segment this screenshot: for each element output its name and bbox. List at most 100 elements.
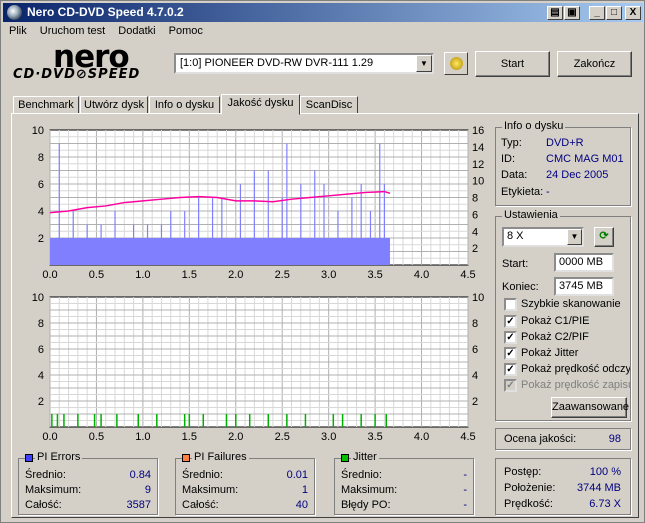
maximize-button[interactable]: □ <box>606 6 622 20</box>
tab-create-disc[interactable]: Utwórz dysk <box>80 96 148 114</box>
y2-tick-label: 10 <box>472 292 484 304</box>
x-tick-label: 2.5 <box>275 269 290 281</box>
jitter-title: Jitter <box>351 451 379 463</box>
show-pif-checkbox[interactable]: ✓ <box>504 331 517 344</box>
menu-uruchom-test[interactable]: Uruchom test <box>34 23 109 37</box>
pi-failures-total-value: 40 <box>295 499 308 511</box>
menu-plik[interactable]: Plik <box>3 23 31 37</box>
pi-errors-chart: 0.0 0.5 1.0 1.5 2.0 2.5 3.0 3.5 4.0 4.5 2 4 6 8 10 2 4 6 8… <box>32 125 485 281</box>
pi-errors-total-value: 3587 <box>126 499 151 511</box>
x-tick-label: 3.5 <box>367 431 382 443</box>
x-tick-label: 3.5 <box>367 269 382 281</box>
disc-type-label: Typ: <box>501 137 522 149</box>
x-tick-label: 4.5 <box>460 431 475 443</box>
x-tick-label: 2.0 <box>228 269 243 281</box>
x-tick-label: 3.0 <box>321 431 336 443</box>
show-write-speed-checkbox: ✓ <box>504 379 517 392</box>
end-label: Koniec: <box>502 281 539 293</box>
menu-dodatki[interactable]: Dodatki <box>112 23 159 37</box>
logo-product: CD·DVD⊘SPEED <box>13 67 141 82</box>
quality-score-box: Ocena jakości: 98 <box>495 428 631 450</box>
save-icon[interactable]: ▣ <box>564 6 580 20</box>
disc-label-label: Etykieta: <box>501 186 544 198</box>
y-tick-label: 8 <box>38 152 44 164</box>
show-pif-label: Pokaż C2/PIF <box>521 331 589 343</box>
jitter-max-label: Maksimum: <box>341 484 398 496</box>
y-tick-label: 2 <box>38 396 44 408</box>
pi-failures-max-value: 1 <box>301 484 308 496</box>
speed-readout: 6.73 X <box>589 498 621 510</box>
disc-date-label: Data: <box>501 169 528 181</box>
jitter-stats: Jitter Średnio: - Maksimum: - Błędy PO: … <box>334 451 474 515</box>
disc-id-label: ID: <box>501 153 516 165</box>
chevron-down-icon[interactable]: ▼ <box>567 229 582 245</box>
tab-disc-quality[interactable]: Jakość dysku <box>221 94 300 115</box>
y2-tick-label: 14 <box>472 142 484 154</box>
start-button[interactable]: Start <box>475 51 550 77</box>
disc-info-group: Info o dysku Typ: DVD+R ID: CMC MAG M01 … <box>495 120 631 206</box>
refresh-icon[interactable]: ⟳ <box>594 227 614 247</box>
menu-pomoc[interactable]: Pomoc <box>163 23 207 37</box>
y-tick-label: 10 <box>32 292 44 304</box>
y-tick-label: 4 <box>38 370 44 382</box>
pi-failures-chart: 0.0 0.5 1.0 1.5 2.0 2.5 3.0 3.5 4.0 4.5 2 4 6 8 10 2 4 6 8… <box>32 292 485 443</box>
pi-failures-avg-label: Średnio: <box>182 469 223 481</box>
disc-icon <box>450 57 463 70</box>
show-pie-checkbox[interactable]: ✓ <box>504 315 517 328</box>
show-jitter-checkbox[interactable]: ✓ <box>504 347 517 360</box>
disc-type-value: DVD+R <box>546 137 584 149</box>
x-tick-label: 0.5 <box>89 269 104 281</box>
quick-scan-checkbox[interactable] <box>504 298 517 311</box>
y2-tick-label: 6 <box>472 344 478 356</box>
show-read-speed-checkbox[interactable]: ✓ <box>504 363 517 376</box>
exit-button[interactable]: Zakończ <box>557 51 632 77</box>
settings-group: Ustawienia 8 X ▼ ⟳ Start: 0000 MB Koniec… <box>495 209 631 421</box>
nero-logo: nero CD·DVD⊘SPEED <box>13 39 163 85</box>
start-input[interactable]: 0000 MB <box>554 253 614 272</box>
x-tick-label: 4.0 <box>414 431 429 443</box>
pi-errors-max-value: 9 <box>144 484 151 496</box>
tab-scandisc[interactable]: ScanDisc <box>300 96 358 114</box>
disc-info-title: Info o dysku <box>502 120 566 132</box>
progress-value: 100 % <box>589 466 621 478</box>
x-tick-label: 0.5 <box>89 431 104 443</box>
disc-info-button[interactable] <box>444 52 468 75</box>
help-icon[interactable]: ▤ <box>547 6 563 20</box>
y2-tick-label: 12 <box>472 159 484 171</box>
pi-errors-avg-value: 0.84 <box>129 469 151 481</box>
disc-label-value: - <box>546 186 550 198</box>
tab-disc-info[interactable]: Info o dysku <box>149 96 220 114</box>
speed-select[interactable]: 8 X ▼ <box>502 227 584 247</box>
po-errors-label: Błędy PO: <box>341 499 391 511</box>
window-title: Nero CD-DVD Speed 4.7.0.2 <box>27 5 184 19</box>
pi-failures-total-label: Całość: <box>182 499 219 511</box>
y-tick-label: 2 <box>38 233 44 245</box>
y2-tick-label: 10 <box>472 176 484 188</box>
settings-title: Ustawienia <box>502 209 560 221</box>
start-label: Start: <box>502 258 529 270</box>
speed-value: 8 X <box>507 230 524 242</box>
jitter-max-value: - <box>463 484 467 496</box>
end-input[interactable]: 3745 MB <box>554 277 614 296</box>
minimize-button[interactable]: _ <box>589 6 605 20</box>
speed-label: Prędkość: <box>504 498 553 510</box>
pi-errors-stats: PI Errors Średnio: 0.84 Maksimum: 9 Cało… <box>18 451 158 515</box>
drive-select-value: [1:0] PIONEER DVD-RW DVR-111 1.29 <box>180 57 374 69</box>
y2-tick-label: 2 <box>472 396 478 408</box>
y2-tick-label: 4 <box>472 226 478 238</box>
app-window: Nero CD-DVD Speed 4.7.0.2 ▤ ▣ _ □ X Plik… <box>0 0 645 523</box>
x-tick-label: 0.0 <box>42 269 57 281</box>
x-tick-label: 2.0 <box>228 431 243 443</box>
y2-tick-label: 8 <box>472 318 478 330</box>
progress-box: Postęp: 100 % Położenie: 3744 MB Prędkoś… <box>495 458 631 515</box>
chevron-down-icon[interactable]: ▼ <box>416 55 432 72</box>
drive-select[interactable]: [1:0] PIONEER DVD-RW DVR-111 1.29 ▼ <box>174 53 434 74</box>
x-tick-label: 1.0 <box>135 269 150 281</box>
pi-failures-stats: PI Failures Średnio: 0.01 Maksimum: 1 Ca… <box>175 451 315 515</box>
disc-id-value: CMC MAG M01 <box>546 153 624 165</box>
advanced-button[interactable]: Zaawansowane <box>551 397 629 418</box>
y-tick-label: 4 <box>38 206 44 218</box>
tab-benchmark[interactable]: Benchmark <box>13 96 79 114</box>
pi-failures-title: PI Failures <box>192 451 249 463</box>
close-button[interactable]: X <box>625 6 641 20</box>
